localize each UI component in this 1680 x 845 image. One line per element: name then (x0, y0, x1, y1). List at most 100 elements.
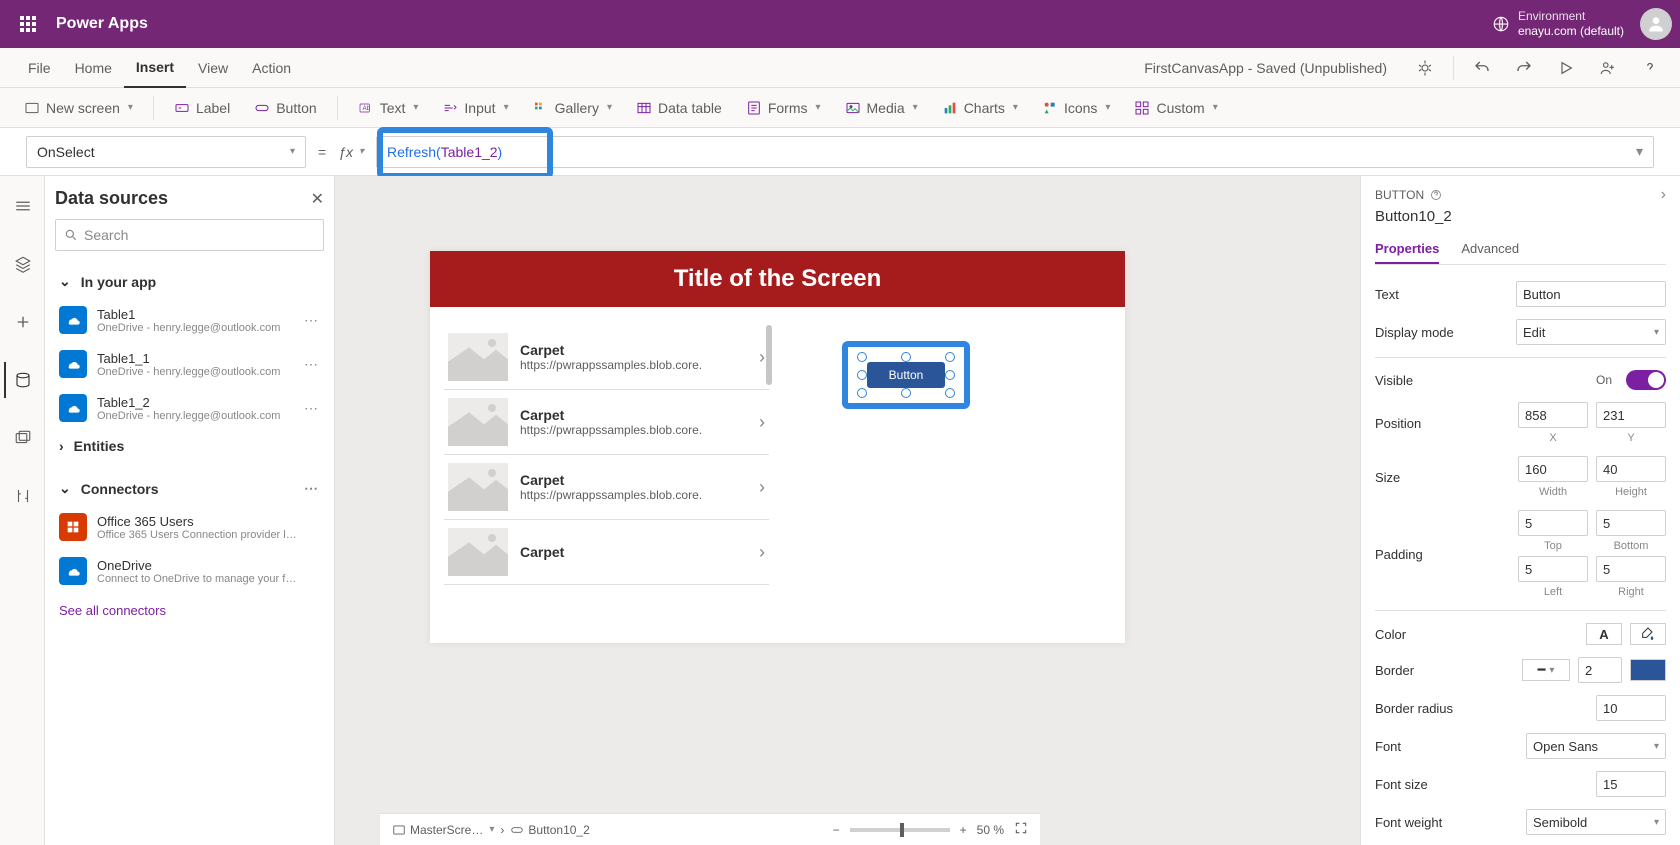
ribbon-icons[interactable]: Icons▾ (1038, 88, 1115, 128)
data-source-item[interactable]: Table1_1OneDrive - henry.legge@outlook.c… (55, 342, 324, 386)
breadcrumb-control[interactable]: Button10_2 (510, 823, 589, 837)
font-color-picker[interactable]: A (1586, 623, 1622, 645)
ribbon-text[interactable]: Ab Text▾ (354, 88, 423, 128)
resize-handle[interactable] (945, 370, 955, 380)
close-icon[interactable]: ✕ (311, 189, 324, 209)
rail-advanced-icon[interactable] (4, 478, 40, 514)
connector-item[interactable]: Office 365 UsersOffice 365 Users Connect… (55, 505, 324, 549)
prop-pad-top-input[interactable]: 5 (1518, 510, 1588, 536)
list-item[interactable]: Carpet › (444, 520, 769, 585)
list-item[interactable]: Carpethttps://pwrappssamples.blob.core. … (444, 325, 769, 390)
fill-color-picker[interactable] (1630, 623, 1666, 645)
more-icon[interactable]: ⋯ (304, 356, 320, 373)
rail-layers-icon[interactable] (4, 246, 40, 282)
ribbon-charts[interactable]: Charts▾ (938, 88, 1022, 128)
gallery-list[interactable]: Carpethttps://pwrappssamples.blob.core. … (444, 325, 769, 585)
list-item[interactable]: Carpethttps://pwrappssamples.blob.core. … (444, 455, 769, 520)
rail-insert-icon[interactable] (4, 304, 40, 340)
ribbon-input[interactable]: Input▾ (438, 88, 512, 128)
user-avatar[interactable] (1640, 8, 1672, 40)
ribbon-custom[interactable]: Custom▾ (1130, 88, 1221, 128)
prop-pad-left-input[interactable]: 5 (1518, 556, 1588, 582)
chevron-right-icon[interactable]: › (759, 542, 765, 563)
preview-icon[interactable] (1552, 54, 1580, 82)
resize-handle[interactable] (857, 370, 867, 380)
border-color-picker[interactable] (1630, 659, 1666, 681)
button-control[interactable]: Button (867, 362, 945, 388)
section-entities[interactable]: › Entities (55, 430, 324, 462)
resize-handle[interactable] (857, 352, 867, 362)
chevron-right-icon[interactable]: › (759, 347, 765, 368)
more-icon[interactable]: ⋯ (304, 480, 320, 497)
fx-icon[interactable]: ƒx▾ (338, 144, 364, 160)
chevron-right-icon[interactable]: › (759, 477, 765, 498)
border-style-picker[interactable]: ━▾ (1522, 659, 1570, 681)
search-input[interactable]: Search (55, 219, 324, 251)
fit-screen-icon[interactable] (1014, 821, 1028, 838)
formula-input[interactable]: Refresh(Table1_2) ▾ (376, 136, 1654, 168)
prop-display-mode-select[interactable]: Edit▾ (1516, 319, 1666, 345)
zoom-slider[interactable] (850, 828, 950, 832)
prop-border-width-input[interactable]: 2 (1578, 657, 1622, 683)
chevron-right-icon[interactable]: › (759, 412, 765, 433)
breadcrumb-screen[interactable]: MasterScre… ▾ (392, 823, 494, 837)
share-icon[interactable] (1594, 54, 1622, 82)
app-screen[interactable]: Title of the Screen Carpethttps://pwrapp… (430, 251, 1125, 643)
ribbon-new-screen[interactable]: New screen▾ (20, 88, 137, 128)
prop-pad-bottom-input[interactable]: 5 (1596, 510, 1666, 536)
expand-formula-icon[interactable]: ▾ (1636, 143, 1643, 160)
prop-pos-x-input[interactable]: 858 (1518, 402, 1588, 428)
zoom-out-icon[interactable]: − (833, 823, 840, 837)
connector-item[interactable]: OneDriveConnect to OneDrive to manage yo… (55, 549, 324, 593)
prop-font-size-input[interactable]: 15 (1596, 771, 1666, 797)
help-icon[interactable] (1636, 54, 1664, 82)
ribbon-media[interactable]: Media▾ (841, 88, 922, 128)
prop-pos-y-input[interactable]: 231 (1596, 402, 1666, 428)
more-icon[interactable]: ⋯ (304, 400, 320, 417)
section-in-your-app[interactable]: ⌄ In your app (55, 265, 324, 298)
prop-font-select[interactable]: Open Sans▾ (1526, 733, 1666, 759)
ribbon-gallery[interactable]: Gallery▾ (529, 88, 616, 128)
resize-handle[interactable] (857, 388, 867, 398)
prop-width-input[interactable]: 160 (1518, 456, 1588, 482)
undo-icon[interactable] (1468, 54, 1496, 82)
prop-height-input[interactable]: 40 (1596, 456, 1666, 482)
more-icon[interactable]: ⋯ (304, 312, 320, 329)
redo-icon[interactable] (1510, 54, 1538, 82)
prop-visible-toggle[interactable] (1626, 370, 1666, 390)
menu-file[interactable]: File (16, 48, 63, 88)
see-all-connectors-link[interactable]: See all connectors (55, 593, 324, 628)
data-source-item[interactable]: Table1OneDrive - henry.legge@outlook.com… (55, 298, 324, 342)
resize-handle[interactable] (901, 352, 911, 362)
zoom-in-icon[interactable]: + (960, 823, 967, 837)
section-connectors[interactable]: ⌄ Connectors ⋯ (55, 472, 324, 505)
tab-advanced[interactable]: Advanced (1461, 235, 1519, 264)
ribbon-label[interactable]: Label (170, 88, 234, 128)
menu-action[interactable]: Action (240, 48, 303, 88)
app-launcher-icon[interactable] (8, 4, 48, 44)
menu-view[interactable]: View (186, 48, 240, 88)
menu-home[interactable]: Home (63, 48, 124, 88)
tab-properties[interactable]: Properties (1375, 235, 1439, 264)
prop-text-input[interactable]: Button (1516, 281, 1666, 307)
rail-tree-icon[interactable] (4, 188, 40, 224)
data-source-item[interactable]: Table1_2OneDrive - henry.legge@outlook.c… (55, 386, 324, 430)
expand-panel-icon[interactable]: › (1661, 186, 1666, 204)
ribbon-forms[interactable]: Forms▾ (742, 88, 825, 128)
resize-handle[interactable] (945, 352, 955, 362)
list-item[interactable]: Carpethttps://pwrappssamples.blob.core. … (444, 390, 769, 455)
environment-picker[interactable]: Environment enayu.com (default) (1492, 9, 1624, 39)
ribbon-data-table[interactable]: Data table (632, 88, 726, 128)
prop-font-weight-select[interactable]: Semibold▾ (1526, 809, 1666, 835)
ribbon-button[interactable]: Button (250, 88, 320, 128)
resize-handle[interactable] (945, 388, 955, 398)
resize-handle[interactable] (901, 388, 911, 398)
prop-border-radius-input[interactable]: 10 (1596, 695, 1666, 721)
rail-data-icon[interactable] (4, 362, 40, 398)
app-checker-icon[interactable] (1411, 54, 1439, 82)
prop-pad-right-input[interactable]: 5 (1596, 556, 1666, 582)
canvas-area[interactable]: Title of the Screen Carpethttps://pwrapp… (335, 176, 1360, 845)
menu-insert[interactable]: Insert (124, 48, 186, 88)
rail-media-icon[interactable] (4, 420, 40, 456)
property-selector[interactable]: OnSelect ▾ (26, 136, 306, 168)
